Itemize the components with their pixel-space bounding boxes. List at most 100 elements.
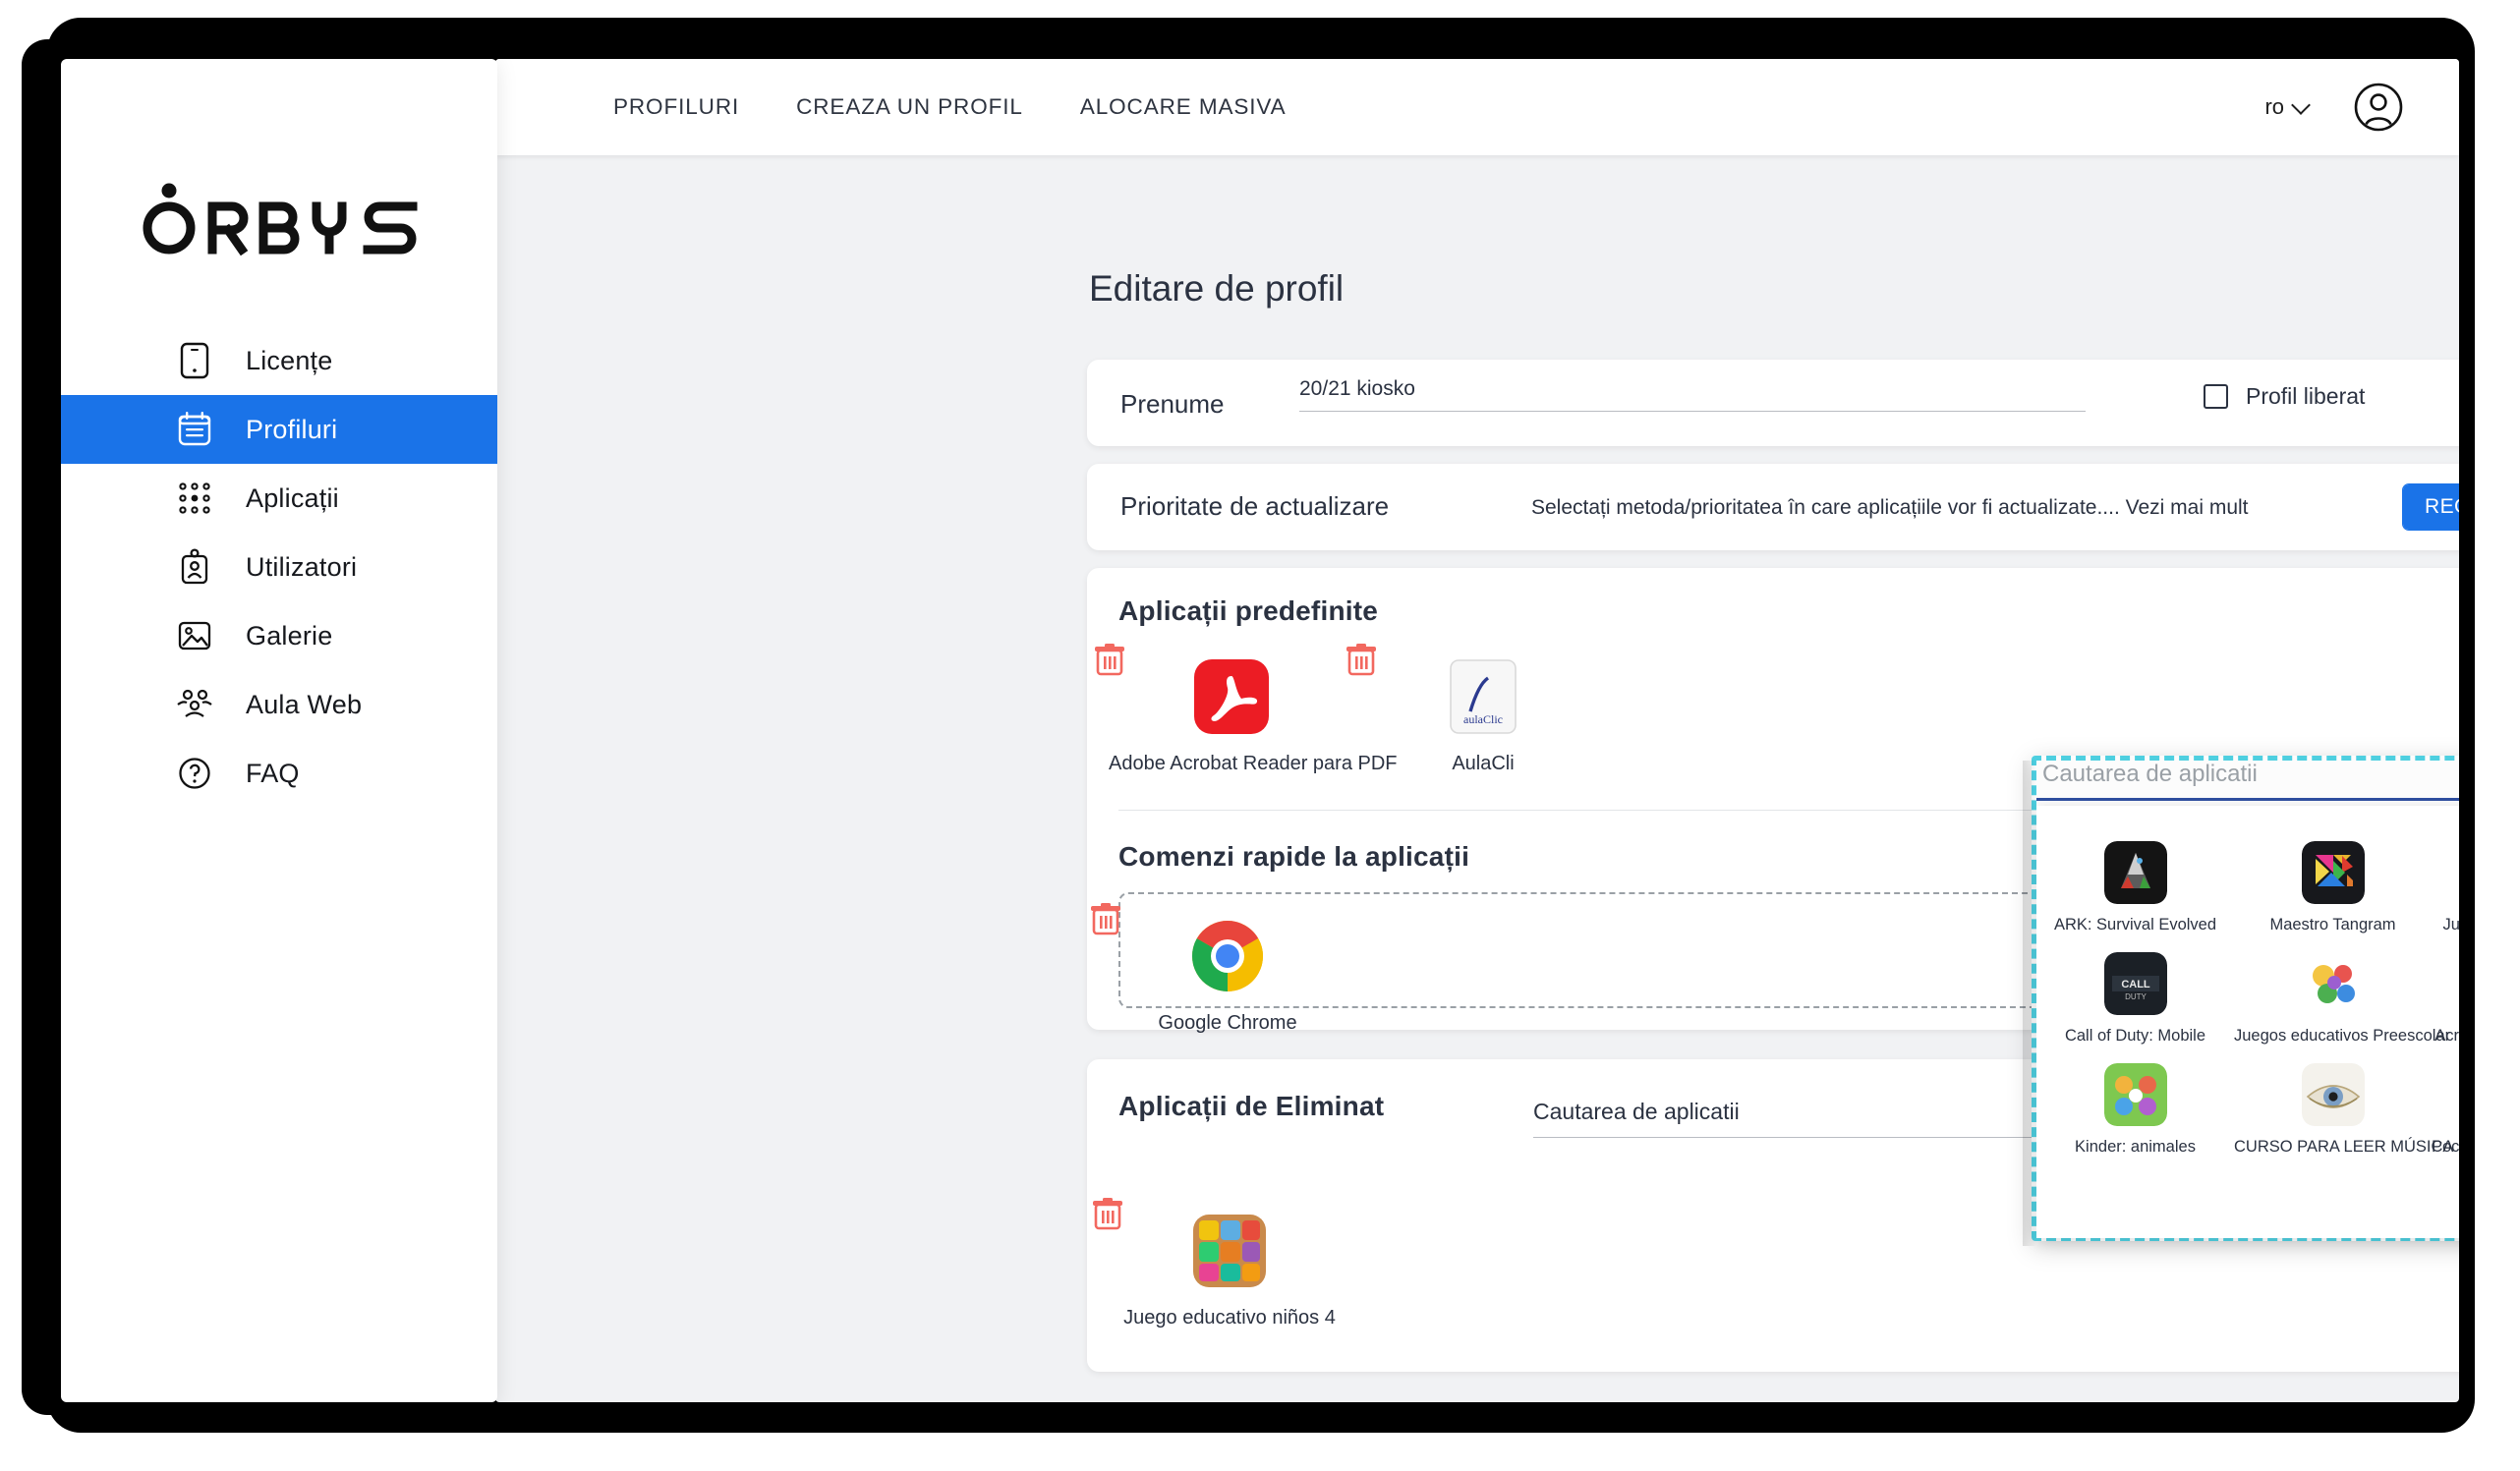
sidebar-item-label: Utilizatori <box>246 551 358 582</box>
app-grid-item-name: CURSO PARA LEER MÚSICA <box>2234 1138 2454 1156</box>
sidebar-item-profiluri[interactable]: Profiluri <box>61 395 497 464</box>
sidebar-item-label: FAQ <box>246 758 300 788</box>
svg-text:CALL: CALL <box>2121 979 2150 990</box>
nav-item-alocare-masiva[interactable]: ALOCARE MASIVA <box>1080 94 1287 120</box>
calendar-icon <box>175 410 214 449</box>
app-picker-popup: Cautarea de aplicatii ARK: Survival Evol… <box>2023 756 2459 1246</box>
profile-name-card: Prenume 20/21 kiosko Profil liberat <box>1087 360 2459 446</box>
prenume-value: 20/21 kiosko <box>1299 377 1415 400</box>
app-picker-search-input[interactable]: Cautarea de aplicatii <box>2036 761 2459 802</box>
predefined-app-tile[interactable]: aulaClic AulaCli <box>1346 644 1606 775</box>
svg-text:aulaClic: aulaClic <box>1463 712 1503 726</box>
app-grid-item-name: Kinder: animales <box>2075 1138 2196 1156</box>
sidebar-item-label: Aula Web <box>246 689 363 719</box>
sidebar-item-faq[interactable]: FAQ <box>61 739 497 808</box>
delete-icon[interactable] <box>1087 900 1124 937</box>
sidebar-item-label: Galerie <box>246 620 333 651</box>
app-picker-search-placeholder: Cautarea de aplicatii <box>2042 761 2258 787</box>
shortcut-app-tile[interactable]: Google Chrome <box>1091 903 1350 1035</box>
priority-toggle-group: REGULATĂ RIDICATĂ <box>2402 483 2459 531</box>
update-priority-card: Prioritate de actualizare Selectați meto… <box>1087 464 2459 550</box>
delete-icon[interactable] <box>1091 641 1128 678</box>
shortcuts-title: Comenzi rapide la aplicații <box>1118 841 1470 872</box>
app-grid-row: ARK: Survival Evolved Maestro Tangram Ju <box>2036 823 2459 934</box>
app-grid-item-name: Acrópolis de Atenas en 3D <box>2434 1027 2459 1045</box>
app-grid-item[interactable]: Juegos educativos Preescolar <box>2234 934 2451 1046</box>
remove-app-name: Juego educativo niños 4 <box>1123 1307 1336 1329</box>
delete-icon[interactable] <box>1343 641 1380 678</box>
language-selector[interactable]: ro <box>2264 94 2311 120</box>
question-circle-icon <box>175 754 214 793</box>
group-icon <box>175 685 214 724</box>
main-content: Editare de profil Prenume 20/21 kiosko P… <box>991 214 2459 1402</box>
remove-app-tile[interactable]: Juego educativo niños 4 <box>1093 1198 1352 1330</box>
screenshot-root: PROFILURI CREAZA UN PROFIL ALOCARE MASIV… <box>0 0 2520 1471</box>
app-grid-item-name: Call of Duty: Mobile <box>2064 1027 2206 1045</box>
id-badge-icon <box>175 547 214 587</box>
cod-mobile-icon: CALL DUTY <box>2103 952 2167 1015</box>
app-grid-item[interactable]: CALL DUTY Call of Duty: Mobile <box>2036 934 2234 1046</box>
top-nav-right: ro <box>2264 59 2404 155</box>
sidebar-item-galerie[interactable]: Galerie <box>61 601 497 670</box>
shortcut-app-name: Google Chrome <box>1158 1012 1297 1034</box>
language-label: ro <box>2264 94 2284 119</box>
chrome-icon <box>1185 914 1270 998</box>
delete-icon[interactable] <box>1089 1195 1126 1232</box>
app-grid-item-name: Pocoyo 1,2,3 Juegos de números <box>2432 1138 2459 1156</box>
app-picker-grid-panel: ARK: Survival Evolved Maestro Tangram Ju… <box>2036 806 2459 1238</box>
top-navigation-bar: PROFILURI CREAZA UN PROFIL ALOCARE MASIV… <box>495 59 2459 155</box>
image-icon <box>175 616 214 655</box>
profil-liberat-checkbox[interactable]: Profil liberat <box>2204 383 2365 410</box>
nav-item-profiluri[interactable]: PROFILURI <box>613 94 739 120</box>
page-title: Editare de profil <box>1089 268 1345 309</box>
profil-liberat-label: Profil liberat <box>2246 383 2366 409</box>
app-grid-item[interactable]: CURSO PARA LEER MÚSICA <box>2234 1046 2454 1157</box>
app-grid-item-name: Juego educativo niños 4 <box>2442 916 2459 934</box>
sidebar-item-label: Aplicații <box>246 482 339 513</box>
kinder-animales-icon <box>2103 1063 2167 1126</box>
remove-apps-title: Aplicații de Eliminat <box>1118 1091 1385 1121</box>
predefined-app-name: AulaCli <box>1452 753 1515 774</box>
tangram-icon <box>2301 841 2365 904</box>
checkbox-box-icon <box>2204 384 2228 409</box>
aulaclic-icon: aulaClic <box>1441 654 1525 739</box>
app-grid-row: Kinder: animales CURSO PARA LEER MÚSICA … <box>2036 1046 2459 1157</box>
app-grid-item[interactable]: Acrópolis de Atenas en 3D <box>2432 934 2459 1046</box>
sidebar-item-utilizatori[interactable]: Utilizatori <box>61 533 497 601</box>
sidebar-item-label: Profiluri <box>246 414 338 444</box>
juego-educativo-icon <box>1187 1209 1272 1293</box>
juegos-preescolar-icon <box>2301 952 2365 1015</box>
prenume-input[interactable]: 20/21 kiosko <box>1299 377 2086 412</box>
acrobat-icon <box>1189 654 1274 739</box>
predefined-apps-title: Aplicații predefinite <box>1118 595 1379 626</box>
prenume-underline <box>1299 411 2086 412</box>
sidebar: Licențe Profiluri Aplicații Utilizatori … <box>61 59 497 1402</box>
sidebar-menu: Licențe Profiluri Aplicații Utilizatori … <box>61 326 497 808</box>
apps-grid-icon <box>175 479 214 518</box>
popup-left-shadow <box>2023 761 2036 1246</box>
app-grid-item[interactable]: Maestro Tangram <box>2234 823 2432 934</box>
app-grid-item-name: Juegos educativos Preescolar <box>2234 1027 2451 1045</box>
sidebar-item-label: Licențe <box>246 345 333 375</box>
top-nav-items: PROFILURI CREAZA UN PROFIL ALOCARE MASIV… <box>613 59 1344 155</box>
app-grid-item[interactable]: 1+2=3 Pocoyo 1,2,3 Juegos de números <box>2432 1046 2459 1157</box>
predefined-app-name: Adobe Acrobat Reader para PDF <box>1109 753 1398 774</box>
sidebar-item-licente[interactable]: Licențe <box>61 326 497 395</box>
browser-window: PROFILURI CREAZA UN PROFIL ALOCARE MASIV… <box>495 59 2459 1402</box>
priority-option-regulata[interactable]: REGULATĂ <box>2403 484 2459 530</box>
app-picker-grid: ARK: Survival Evolved Maestro Tangram Ju… <box>2036 806 2459 1157</box>
nav-item-creaza-un-profil[interactable]: CREAZA UN PROFIL <box>796 94 1023 120</box>
sidebar-item-aula-web[interactable]: Aula Web <box>61 670 497 739</box>
sidebar-item-aplicatii[interactable]: Aplicații <box>61 464 497 533</box>
phone-icon <box>175 341 214 380</box>
app-grid-item[interactable]: ARK: Survival Evolved <box>2036 823 2234 934</box>
app-grid-item[interactable]: Juego educativo niños 4 <box>2432 823 2459 934</box>
app-grid-row: CALL DUTY Call of Duty: Mobile Juegos ed… <box>2036 934 2459 1046</box>
app-grid-item[interactable]: Kinder: animales <box>2036 1046 2234 1157</box>
predefined-app-tile[interactable]: Adobe Acrobat Reader para PDF <box>1095 644 1398 775</box>
prenume-label: Prenume <box>1120 389 1225 419</box>
account-circle-icon[interactable] <box>2353 82 2404 133</box>
app-grid-item-name: ARK: Survival Evolved <box>2053 916 2217 934</box>
svg-text:DUTY: DUTY <box>2125 992 2147 1001</box>
app-picker-search-underline <box>2036 798 2459 801</box>
